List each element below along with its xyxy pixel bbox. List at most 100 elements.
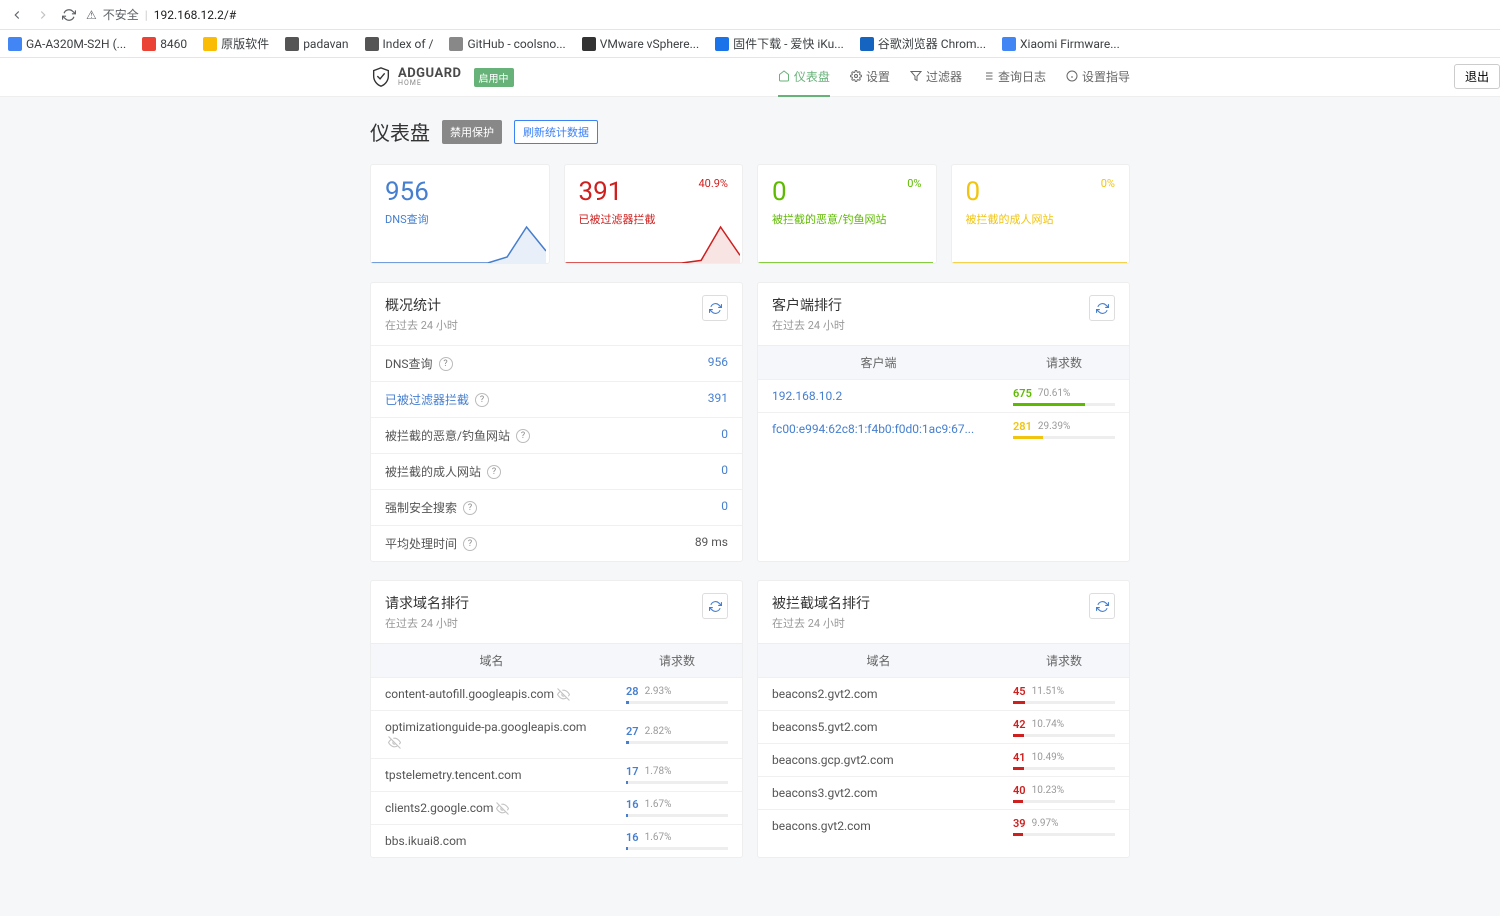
refresh-stats-button[interactable]: 刷新统计数据 xyxy=(514,120,598,144)
clients-refresh-button[interactable] xyxy=(1089,295,1115,321)
sparkline xyxy=(565,223,740,263)
overview-row-label: 平均处理时间 ? xyxy=(385,535,477,552)
reload-button[interactable] xyxy=(60,6,78,24)
row-percent: 2.82% xyxy=(645,726,672,737)
overview-row-label: 被拦截的成人网站 ? xyxy=(385,463,501,480)
help-icon[interactable]: ? xyxy=(516,429,530,443)
bookmark-label: Index of / xyxy=(383,37,434,51)
back-button[interactable] xyxy=(8,6,26,24)
stat-value: 0 xyxy=(966,179,1116,205)
bookmark-item[interactable]: 固件下载 - 爱快 iKu... xyxy=(715,35,844,52)
logo[interactable]: ADGUARD HOME 启用中 xyxy=(370,66,514,88)
row-name[interactable]: 192.168.10.2 xyxy=(758,380,999,412)
refresh-icon xyxy=(709,600,722,613)
row-count-cell: 16 1.67% xyxy=(612,825,742,856)
browser-toolbar: ⚠ 不安全 | 192.168.12.2/# xyxy=(0,0,1500,30)
row-count-cell: 399.97% xyxy=(999,811,1129,842)
row-count: 28 xyxy=(626,685,639,698)
stat-value: 956 xyxy=(385,179,535,205)
help-icon[interactable]: ? xyxy=(463,537,477,551)
bookmark-item[interactable]: VMware vSphere... xyxy=(582,37,699,51)
favicon-icon xyxy=(1002,37,1016,51)
nav-settings[interactable]: 设置 xyxy=(850,58,890,97)
stats-cards: 956DNS查询391已被过滤器拦截40.9%0被拦截的恶意/钓鱼网站0%0被拦… xyxy=(370,164,1130,264)
nav-setup[interactable]: 设置指导 xyxy=(1066,58,1130,97)
sparkline xyxy=(758,223,933,263)
stat-card[interactable]: 391已被过滤器拦截40.9% xyxy=(564,164,744,264)
stat-card[interactable]: 0被拦截的成人网站0% xyxy=(951,164,1131,264)
help-icon[interactable]: ? xyxy=(463,501,477,515)
help-icon[interactable]: ? xyxy=(439,357,453,371)
overview-row-value: 0 xyxy=(721,463,728,480)
bookmark-item[interactable]: GA-A320M-S2H (... xyxy=(8,37,126,51)
table-row: fc00:e994:62c8:1:f4b0:f0d0:1ac9:67...281… xyxy=(758,412,1129,445)
bookmark-item[interactable]: 谷歌浏览器 Chrom... xyxy=(860,35,986,52)
nav-querylog-label: 查询日志 xyxy=(998,68,1046,85)
row-percent: 9.97% xyxy=(1032,818,1059,829)
row-percent: 11.51% xyxy=(1032,686,1064,697)
row-count-cell: 4110.49% xyxy=(999,745,1129,776)
info-icon xyxy=(1066,70,1078,82)
bookmark-item[interactable]: 原版软件 xyxy=(203,35,269,52)
row-count-cell: 28129.39% xyxy=(999,414,1129,445)
overview-row-value: 0 xyxy=(721,427,728,444)
refresh-icon xyxy=(1096,302,1109,315)
url-text: 192.168.12.2/# xyxy=(154,8,237,22)
help-icon[interactable]: ? xyxy=(487,465,501,479)
bookmark-label: 8460 xyxy=(160,37,187,51)
overview-row-value: 391 xyxy=(708,391,728,408)
row-count-cell: 67570.61% xyxy=(999,381,1129,412)
settings-icon xyxy=(850,70,862,82)
bookmark-label: Xiaomi Firmware... xyxy=(1020,37,1120,51)
table-row: 192.168.10.267570.61% xyxy=(758,379,1129,412)
row-count-cell: 4010.23% xyxy=(999,778,1129,809)
row-count-cell: 27 2.82% xyxy=(612,719,742,750)
nav-querylog[interactable]: 查询日志 xyxy=(982,58,1046,97)
row-percent: 1.67% xyxy=(645,832,672,843)
favicon-icon xyxy=(285,37,299,51)
help-icon[interactable]: ? xyxy=(475,393,489,407)
overview-refresh-button[interactable] xyxy=(702,295,728,321)
bookmark-label: padavan xyxy=(303,37,348,51)
stat-card[interactable]: 956DNS查询 xyxy=(370,164,550,264)
tracker-icon xyxy=(496,802,509,815)
logout-button[interactable]: 退出 xyxy=(1454,64,1500,89)
nav-dashboard[interactable]: 仪表盘 xyxy=(778,58,830,97)
stat-card[interactable]: 0被拦截的恶意/钓鱼网站0% xyxy=(757,164,937,264)
bookmark-item[interactable]: Xiaomi Firmware... xyxy=(1002,37,1120,51)
overview-card: 概况统计 在过去 24 小时 DNS查询 ?956已被过滤器拦截 ?391被拦截… xyxy=(370,282,743,562)
bookmark-label: VMware vSphere... xyxy=(600,37,699,51)
overview-title: 概况统计 xyxy=(385,295,458,315)
row-count: 16 xyxy=(626,831,639,844)
insecure-icon: ⚠ xyxy=(86,8,97,22)
row-count-cell: 28 2.93% xyxy=(612,679,742,710)
forward-button[interactable] xyxy=(34,6,52,24)
nav-filters[interactable]: 过滤器 xyxy=(910,58,962,97)
queried-col-requests: 请求数 xyxy=(612,644,742,677)
row-name[interactable]: fc00:e994:62c8:1:f4b0:f0d0:1ac9:67... xyxy=(758,413,999,445)
row-count: 27 xyxy=(626,725,639,738)
tracker-icon xyxy=(388,736,401,749)
overview-row: 被拦截的恶意/钓鱼网站 ?0 xyxy=(371,417,742,453)
queried-col-domain: 域名 xyxy=(371,644,612,677)
row-name: bbs.ikuai8.com xyxy=(371,825,612,857)
bookmark-item[interactable]: GitHub - coolsno... xyxy=(449,37,565,51)
status-badge: 启用中 xyxy=(474,68,514,87)
row-count-cell: 171.78% xyxy=(612,759,742,790)
row-percent: 2.93% xyxy=(645,686,672,697)
bookmark-item[interactable]: Index of / xyxy=(365,37,434,51)
row-percent: 10.74% xyxy=(1032,719,1064,730)
top-blocked-refresh-button[interactable] xyxy=(1089,593,1115,619)
row-count: 675 xyxy=(1013,387,1032,400)
bookmark-item[interactable]: 8460 xyxy=(142,37,187,51)
disable-protection-button[interactable]: 禁用保护 xyxy=(442,120,502,144)
row-percent: 1.78% xyxy=(645,766,672,777)
favicon-icon xyxy=(365,37,379,51)
row-count: 40 xyxy=(1013,784,1026,797)
overview-row-label[interactable]: 已被过滤器拦截 ? xyxy=(385,391,489,408)
top-queried-refresh-button[interactable] xyxy=(702,593,728,619)
bookmark-item[interactable]: padavan xyxy=(285,37,348,51)
favicon-icon xyxy=(582,37,596,51)
address-bar[interactable]: ⚠ 不安全 | 192.168.12.2/# xyxy=(86,6,236,23)
favicon-icon xyxy=(449,37,463,51)
